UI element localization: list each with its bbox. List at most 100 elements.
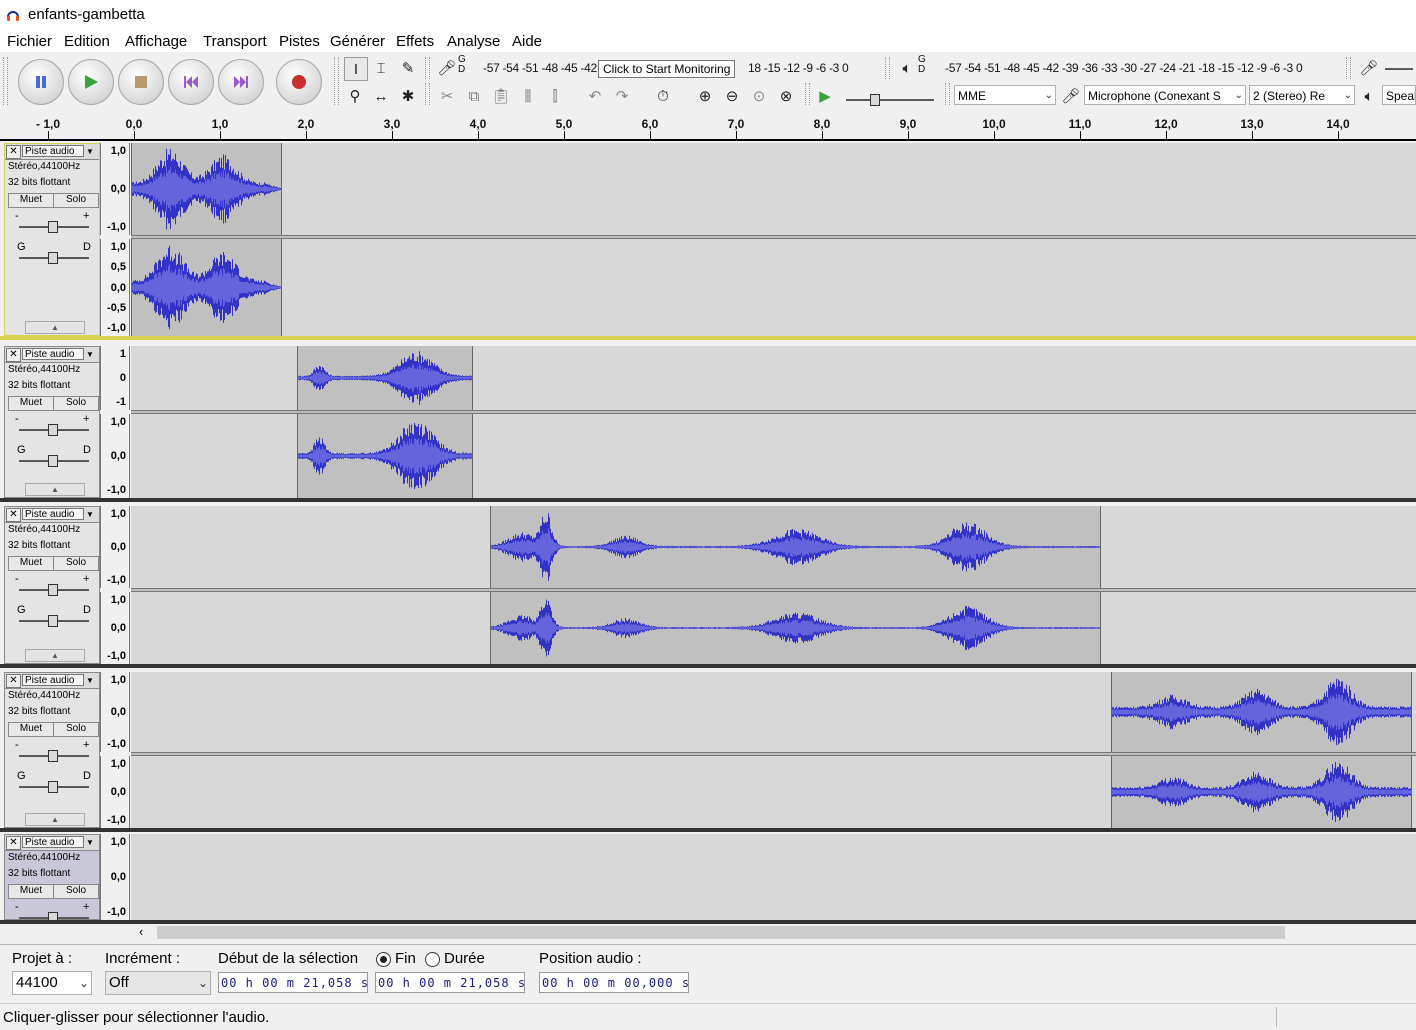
trim-icon[interactable]: ⫼ (517, 85, 539, 107)
scroll-left-icon[interactable]: ‹ (139, 924, 143, 939)
track-canvas[interactable] (131, 506, 1416, 588)
toolbar-grip[interactable] (885, 57, 890, 79)
audio-clip[interactable] (1111, 756, 1412, 828)
horizontal-scrollbar[interactable]: ‹ (131, 924, 1416, 941)
skip-to-end-button[interactable] (218, 59, 264, 105)
menu-edition[interactable]: Edition (64, 33, 110, 50)
stop-button[interactable] (118, 59, 164, 105)
toolbar-grip[interactable] (334, 57, 339, 105)
pan-slider-knob[interactable] (48, 781, 58, 793)
close-track-icon[interactable]: ✕ (6, 348, 21, 362)
toolbar-grip[interactable] (3, 57, 8, 105)
track-canvas[interactable] (131, 414, 1416, 498)
menu-aide[interactable]: Aide (512, 33, 542, 50)
toolbar-grip[interactable] (425, 57, 430, 79)
solo-button[interactable]: Solo (53, 193, 99, 208)
play-meter-speaker-icon[interactable]: 🔈︎ (896, 57, 918, 79)
vertical-ruler[interactable]: 1 0 -1 (100, 346, 130, 410)
track-canvas[interactable] (131, 834, 1416, 920)
menu-effets[interactable]: Effets (396, 33, 434, 50)
sync-lock-icon[interactable]: ⏱︎ (652, 85, 674, 107)
track-name-button[interactable]: Piste audio (22, 836, 84, 848)
play-meter-scale[interactable]: -57 -54 -51 -48 -45 -42 -39 -36 -33 -30 … (945, 61, 1303, 75)
mute-button[interactable]: Muet (8, 722, 54, 737)
toolbar-grip[interactable] (945, 83, 950, 105)
audio-clip[interactable] (490, 506, 1101, 588)
track-control-panel[interactable]: ✕ Piste audio ▼ Stéréo,44100Hz 32 bits flott… (4, 834, 100, 924)
track-name-button[interactable]: Piste audio (22, 145, 84, 157)
play-at-speed-icon[interactable]: ▶ (814, 85, 836, 107)
scrollbar-thumb[interactable] (157, 926, 1285, 939)
redo-icon[interactable]: ↷ (611, 85, 633, 107)
menu-transport[interactable]: Transport (203, 33, 267, 50)
chevron-down-icon[interactable]: ▼ (86, 510, 94, 519)
vertical-ruler[interactable]: 1,0 0,0 -1,0 (100, 592, 130, 664)
solo-button[interactable]: Solo (53, 884, 99, 899)
multi-tool-icon[interactable]: ✱ (397, 85, 419, 107)
close-track-icon[interactable]: ✕ (6, 674, 21, 688)
input-device-select[interactable]: Microphone (Conexant S ⌄ (1084, 85, 1246, 105)
menu-affichage[interactable]: Affichage (125, 33, 187, 50)
zoom-in-icon[interactable]: ⊕ (694, 85, 716, 107)
solo-button[interactable]: Solo (53, 396, 99, 411)
track-name-button[interactable]: Piste audio (22, 508, 84, 520)
audio-position-field[interactable]: 00 h 00 m 00,000 s (539, 972, 689, 993)
toolbar-grip[interactable] (425, 83, 430, 105)
vertical-ruler[interactable]: 1,0 0,0 -1,0 (100, 506, 130, 588)
track-canvas[interactable] (131, 239, 1416, 336)
close-track-icon[interactable]: ✕ (6, 836, 21, 850)
recording-volume-slider[interactable] (1385, 68, 1413, 70)
timeline-ruler[interactable]: - 1,0 0,0 1,0 2,0 3,0 4,0 5,0 6,0 7,0 8,0 9,0 10,0 1… (0, 111, 1416, 141)
audio-clip[interactable] (297, 346, 473, 410)
undo-icon[interactable]: ↶ (584, 85, 606, 107)
vertical-ruler[interactable]: 1,0 0,0 -1,0 (100, 672, 130, 752)
track-name-button[interactable]: Piste audio (22, 674, 84, 686)
input-channels-select[interactable]: 2 (Stereo) Re ⌄ (1249, 85, 1355, 105)
gain-slider-knob[interactable] (48, 750, 58, 762)
solo-button[interactable]: Solo (53, 556, 99, 571)
mute-button[interactable]: Muet (8, 884, 54, 899)
vertical-ruler[interactable]: 1,0 0,5 0,0 -0,5 -1,0 (100, 239, 130, 336)
pan-slider-knob[interactable] (48, 615, 58, 627)
playback-speed-knob[interactable] (870, 94, 880, 106)
solo-button[interactable]: Solo (53, 722, 99, 737)
vertical-ruler[interactable]: 1,0 0,0 -1,0 (100, 834, 130, 920)
collapse-track-button[interactable]: ▲ (25, 321, 85, 334)
timeshift-tool-icon[interactable]: ↔ (370, 85, 392, 107)
output-device-select[interactable]: Speal (1382, 85, 1416, 105)
menu-analyse[interactable]: Analyse (447, 33, 500, 50)
vertical-ruler[interactable]: 1,0 0,0 -1,0 (100, 143, 130, 235)
track-control-panel[interactable]: ✕ Piste audio ▼ Stéréo,44100Hz 32 bits flott… (4, 506, 100, 664)
audio-clip[interactable] (131, 143, 282, 235)
track-control-panel[interactable]: ✕ Piste audio ▼ Stéréo,44100Hz 32 bits flott… (4, 143, 100, 336)
gain-slider-knob[interactable] (48, 584, 58, 596)
zoom-out-icon[interactable]: ⊖ (721, 85, 743, 107)
track-canvas[interactable] (131, 672, 1416, 752)
selection-tool-icon[interactable]: I (344, 57, 368, 81)
track-control-panel[interactable]: ✕ Piste audio ▼ Stéréo,44100Hz 32 bits flott… (4, 346, 100, 498)
skip-to-start-button[interactable] (168, 59, 214, 105)
menu-pistes[interactable]: Pistes (279, 33, 320, 50)
zoom-tool-icon[interactable]: ⚲ (344, 85, 366, 107)
pause-button[interactable] (18, 59, 64, 105)
audio-host-select[interactable]: MME ⌄ (954, 85, 1056, 105)
end-radio[interactable] (376, 952, 391, 967)
envelope-tool-icon[interactable]: ⌶ (370, 57, 392, 79)
menu-generer[interactable]: Générer (330, 33, 385, 50)
audio-clip[interactable] (490, 592, 1101, 664)
chevron-down-icon[interactable]: ▼ (86, 676, 94, 685)
chevron-down-icon[interactable]: ▼ (86, 838, 94, 847)
record-meter-mic-icon[interactable]: 🎤︎ (436, 57, 458, 79)
record-meter-scale[interactable]: -57 -54 -51 -48 -45 -42 (483, 61, 597, 75)
track-control-panel[interactable]: ✕ Piste audio ▼ Stéréo,44100Hz 32 bits flott… (4, 672, 100, 828)
selection-start-field[interactable]: 00 h 00 m 21,058 s (218, 972, 368, 993)
project-rate-select[interactable]: 44100 ⌄ (12, 971, 92, 995)
playback-speed-slider[interactable] (846, 99, 934, 101)
record-button[interactable] (276, 59, 322, 105)
record-meter-scale-tail[interactable]: 18 -15 -12 -9 -6 -3 0 (748, 61, 849, 75)
gain-slider-knob[interactable] (48, 221, 58, 233)
cut-icon[interactable]: ✂ (436, 85, 458, 107)
track-canvas[interactable] (131, 592, 1416, 664)
collapse-track-button[interactable]: ▲ (25, 649, 85, 662)
toolbar-grip[interactable] (1346, 57, 1351, 79)
